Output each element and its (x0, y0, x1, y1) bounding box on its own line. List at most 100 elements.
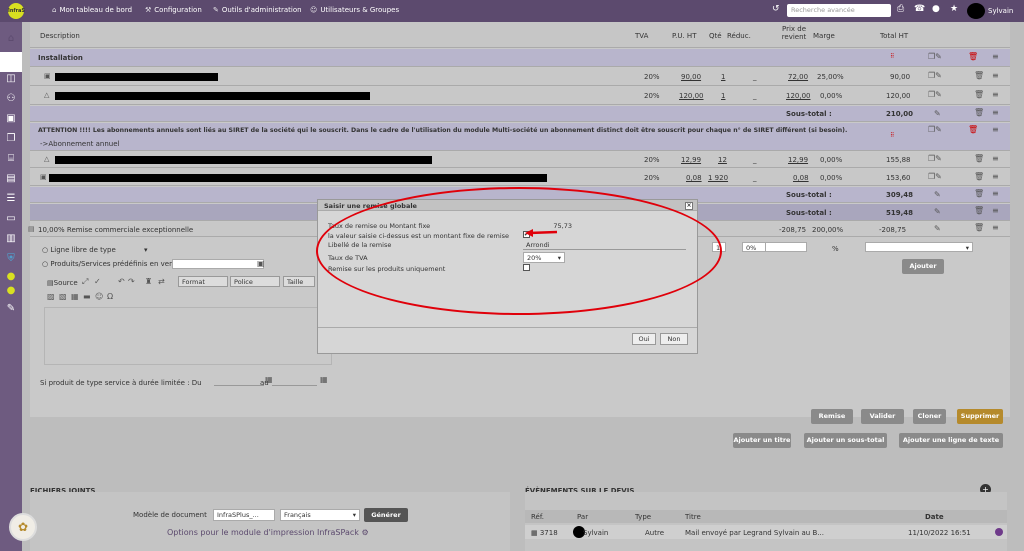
text-line-row[interactable]: ATTENTION !!!! Les abonnements annuels s… (30, 123, 1010, 151)
documents-icon[interactable]: ❐ (4, 132, 18, 146)
flash-icon[interactable]: ▧ (59, 292, 67, 301)
spellcheck-icon[interactable]: ✓ (94, 277, 101, 286)
remise-button[interactable]: Remise (811, 409, 853, 424)
edit-icon[interactable]: ✎ (934, 190, 941, 199)
receipt-icon[interactable]: ☰ (4, 192, 18, 206)
cloner-button[interactable]: Cloner (913, 409, 946, 424)
delete-icon[interactable]: 🗑 (974, 172, 984, 181)
calendar-icon[interactable]: ▦ (320, 375, 328, 384)
products-only-checkbox[interactable] (523, 264, 530, 271)
maximize-icon[interactable]: ⤢ (82, 277, 88, 287)
subtotal-row[interactable]: Sous-total : 210,00 ✎ 🗑 ≡ (30, 106, 1010, 122)
non-button[interactable]: Non (660, 333, 688, 345)
event-row[interactable]: ▦ 3718 Sylvain Autre Mail envoyé par Leg… (525, 525, 1007, 539)
table-row[interactable]: △ 20% 12,99 12 _ 12,99 0,00% 155,88 ❐✎ 🗑… (30, 152, 1010, 168)
phone-icon[interactable]: ☎ (914, 4, 925, 14)
bookmark-star-icon[interactable]: ★ (950, 4, 958, 14)
date-end-input[interactable] (272, 376, 317, 386)
edit-icon[interactable]: ✎ (934, 207, 941, 216)
prix-revient-input[interactable] (765, 242, 807, 252)
qty-input[interactable]: 1 (712, 242, 726, 252)
format-select[interactable]: Format (178, 276, 228, 287)
image-icon[interactable]: ▨ (47, 292, 55, 301)
hline-icon[interactable]: ▬ (83, 292, 91, 301)
event-ref[interactable]: ▦ 3718 (531, 529, 558, 537)
copy-edit-icon[interactable]: ❐✎ (928, 154, 942, 163)
supprimer-button[interactable]: Supprimer (957, 409, 1003, 424)
table-icon[interactable]: ▦ (71, 292, 79, 301)
app-logo[interactable]: InfraS (8, 3, 25, 19)
folder-icon[interactable]: ▭ (4, 212, 18, 226)
menu-icon[interactable]: ≡ (992, 154, 999, 163)
calendar-icon[interactable]: ▥ (4, 232, 18, 246)
building-icon[interactable]: ▦ (4, 52, 18, 66)
cell-qty[interactable]: 1 (721, 92, 725, 100)
ajouter-titre-button[interactable]: Ajouter un titre (733, 433, 791, 448)
smiley-icon[interactable]: ☺ (95, 292, 103, 301)
table-row[interactable]: Installation ⠿ ❐✎ 🗑 ≡ (30, 49, 1010, 67)
cell-qty[interactable]: 12 (718, 156, 727, 164)
shield-icon[interactable]: ⛨ (4, 252, 18, 266)
menu-icon[interactable]: ≡ (992, 108, 999, 117)
nav-admin-tools[interactable]: ✎ Outils d'administration (213, 6, 302, 14)
help-icon[interactable]: ● (932, 4, 940, 14)
menu-icon[interactable]: ≡ (992, 189, 999, 198)
unit-select[interactable]: ▾ (865, 242, 973, 252)
generer-button[interactable]: Générer (364, 508, 408, 522)
cell-prix-revient[interactable]: 12,99 (788, 156, 808, 164)
username[interactable]: Sylvain (988, 7, 1013, 15)
menu-icon[interactable]: ≡ (992, 223, 999, 232)
delete-icon[interactable]: 🗑 (974, 154, 984, 163)
delete-icon[interactable]: 🗑 (974, 189, 984, 198)
delete-icon[interactable]: 🗑 (974, 108, 984, 117)
cell-prix-revient[interactable]: 120,00 (786, 92, 811, 100)
date-start-input[interactable] (214, 376, 264, 386)
copy-edit-icon[interactable]: ❐✎ (928, 125, 942, 134)
menu-icon[interactable]: ≡ (992, 125, 999, 134)
delete-icon[interactable]: 🗑 (974, 206, 984, 215)
table-row[interactable]: △ 20% 120,00 1 _ 120,00 0,00% 120,00 ❐✎ … (30, 87, 1010, 105)
replace-icon[interactable]: ⇄ (158, 277, 165, 286)
valider-button[interactable]: Valider (861, 409, 904, 424)
source-button[interactable]: ▤Source (47, 279, 78, 287)
nav-users-groups[interactable]: ☺ Utilisateurs & Groupes (310, 6, 399, 14)
wrench-icon[interactable]: ✎ (4, 302, 18, 316)
delete-icon[interactable]: 🗑 (968, 125, 978, 134)
options-link[interactable]: Options pour le module d'impression Infr… (167, 528, 369, 537)
cell-qty[interactable]: 1 (721, 73, 725, 81)
menu-icon[interactable]: ≡ (992, 71, 999, 80)
font-select[interactable]: Police (230, 276, 280, 287)
model-select[interactable]: InfraSPlus_... (213, 509, 275, 521)
drag-icon[interactable]: ⠿ (890, 132, 894, 139)
network-icon[interactable]: ⚇ (4, 92, 18, 106)
cell-pu[interactable]: 0,08 (686, 174, 702, 182)
product-search-input[interactable] (172, 259, 264, 269)
home-icon[interactable]: ⌂ (4, 32, 18, 46)
table-row[interactable]: ▣ 20% 0,08 1 920 _ 0,08 0,00% 153,60 ❐✎ … (30, 169, 1010, 186)
size-select[interactable]: Taille (283, 276, 315, 287)
delete-icon[interactable]: 🗑 (974, 90, 984, 99)
bank-icon[interactable]: ⌸ (4, 152, 18, 166)
copy-edit-icon[interactable]: ❐✎ (928, 90, 942, 99)
ajouter-sous-total-button[interactable]: Ajouter un sous-total (804, 433, 887, 448)
find-icon[interactable]: ♜ (145, 277, 152, 286)
avatar[interactable] (967, 3, 985, 19)
cell-prix-revient[interactable]: 0,08 (793, 174, 809, 182)
search-input[interactable]: Recherche avancée (787, 4, 891, 17)
history-icon[interactable]: ↺ (772, 4, 780, 14)
col-date[interactable]: Date (925, 513, 944, 521)
delete-icon[interactable]: 🗑 (974, 223, 984, 232)
briefcase-icon[interactable]: ▣ (4, 112, 18, 126)
box-icon[interactable]: ▣ (257, 259, 265, 268)
copy-edit-icon[interactable]: ❐✎ (928, 52, 942, 61)
id-card-icon[interactable]: ▤ (4, 172, 18, 186)
language-select[interactable]: Français ▾ (280, 509, 360, 521)
edit-icon[interactable]: ✎ (934, 109, 941, 118)
infras-icon[interactable]: ● (4, 270, 18, 284)
free-line-radio[interactable]: ○ Ligne libre de type ▾ (42, 246, 148, 254)
undo-icon[interactable]: ↶ (118, 277, 125, 286)
menu-icon[interactable]: ≡ (992, 52, 999, 61)
menu-icon[interactable]: ≡ (992, 206, 999, 215)
cell-qty[interactable]: 1 920 (708, 174, 728, 182)
copy-edit-icon[interactable]: ❐✎ (928, 71, 942, 80)
